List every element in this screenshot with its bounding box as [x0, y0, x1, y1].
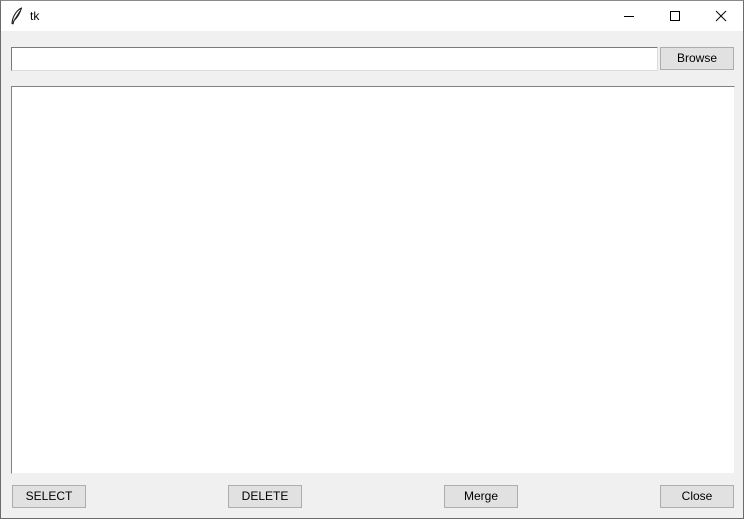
tk-feather-icon [10, 7, 24, 25]
delete-button[interactable]: DELETE [228, 485, 302, 508]
select-button[interactable]: SELECT [12, 485, 86, 508]
title-bar[interactable]: tk [1, 1, 743, 31]
window-title: tk [30, 9, 40, 23]
merge-button[interactable]: Merge [444, 485, 518, 508]
minimize-button[interactable] [606, 1, 652, 31]
file-listbox[interactable] [11, 86, 735, 474]
close-button[interactable]: Close [660, 485, 734, 508]
close-window-button[interactable] [698, 1, 743, 31]
app-window: tk Browse SELECT DELETE Merge Close [0, 0, 744, 519]
maximize-button[interactable] [652, 1, 698, 31]
browse-button[interactable]: Browse [660, 47, 734, 70]
path-input[interactable] [11, 47, 658, 71]
